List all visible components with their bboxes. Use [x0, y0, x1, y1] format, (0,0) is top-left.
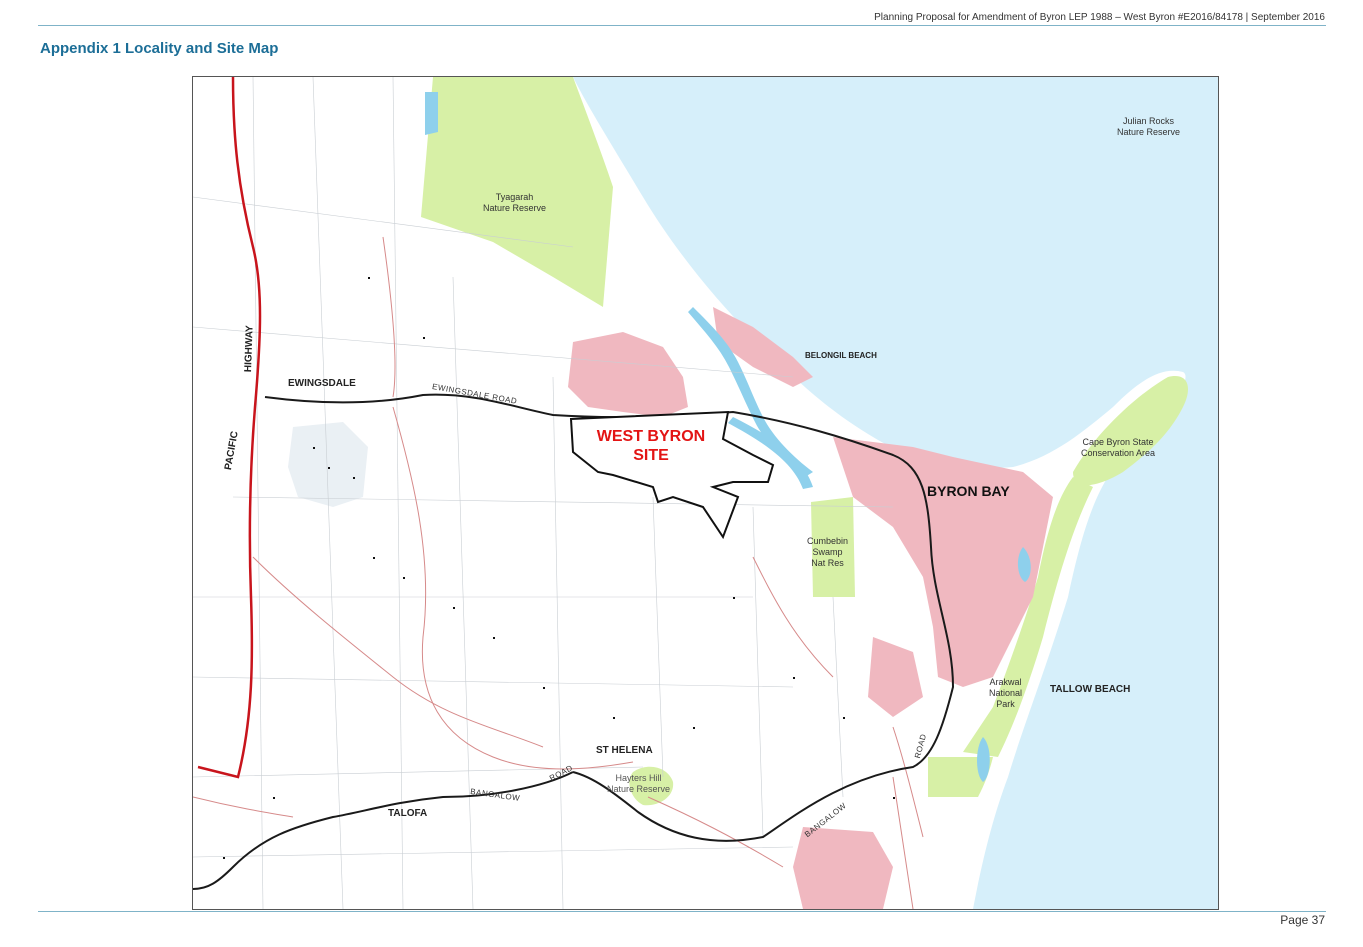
place-belongil-beach: BELONGIL BEACH [805, 351, 877, 360]
appendix-title: Appendix 1 Locality and Site Map [40, 40, 279, 57]
place-st-helena: ST HELENA [596, 745, 653, 756]
west-byron-site-label: WEST BYRON SITE [571, 427, 731, 465]
label-arakwal-reserve: Arakwal National Park [989, 677, 1023, 709]
place-tallow-beach: TALLOW BEACH [1050, 684, 1131, 695]
page-number: Page 37 [1280, 913, 1325, 927]
footer-rule [38, 911, 1326, 912]
pacific-highway [197, 77, 262, 779]
bangalow-road [193, 771, 574, 890]
locality-map[interactable]: WEST BYRON SITE BYRON BAY EWINGSDALE ST … [192, 76, 1219, 910]
map-canvas [193, 77, 1218, 909]
place-ewingsdale: EWINGSDALE [288, 378, 356, 389]
place-talofa: TALOFA [388, 808, 428, 819]
label-tyagarah-reserve: Tyagarah Nature Reserve [483, 192, 547, 213]
label-julian-rocks-reserve: Julian Rocks Nature Reserve [1117, 116, 1181, 137]
header-rule [38, 25, 1326, 26]
site-label-line2: SITE [633, 447, 669, 464]
label-cape-byron-reserve: Cape Byron State Conservation Area [1081, 437, 1156, 458]
document-header: Planning Proposal for Amendment of Byron… [874, 12, 1325, 23]
label-hayters-hill-reserve: Hayters Hill Nature Reserve [607, 773, 671, 794]
place-byron-bay: BYRON BAY [927, 483, 1010, 499]
urban-area-north [568, 332, 688, 417]
site-label-line1: WEST BYRON [596, 428, 706, 445]
urban-area-south [868, 637, 923, 717]
lake-north [425, 92, 438, 135]
label-highway: HIGHWAY [243, 325, 256, 373]
label-cumbebin-reserve: Cumbebin Swamp Nat Res [807, 536, 849, 568]
